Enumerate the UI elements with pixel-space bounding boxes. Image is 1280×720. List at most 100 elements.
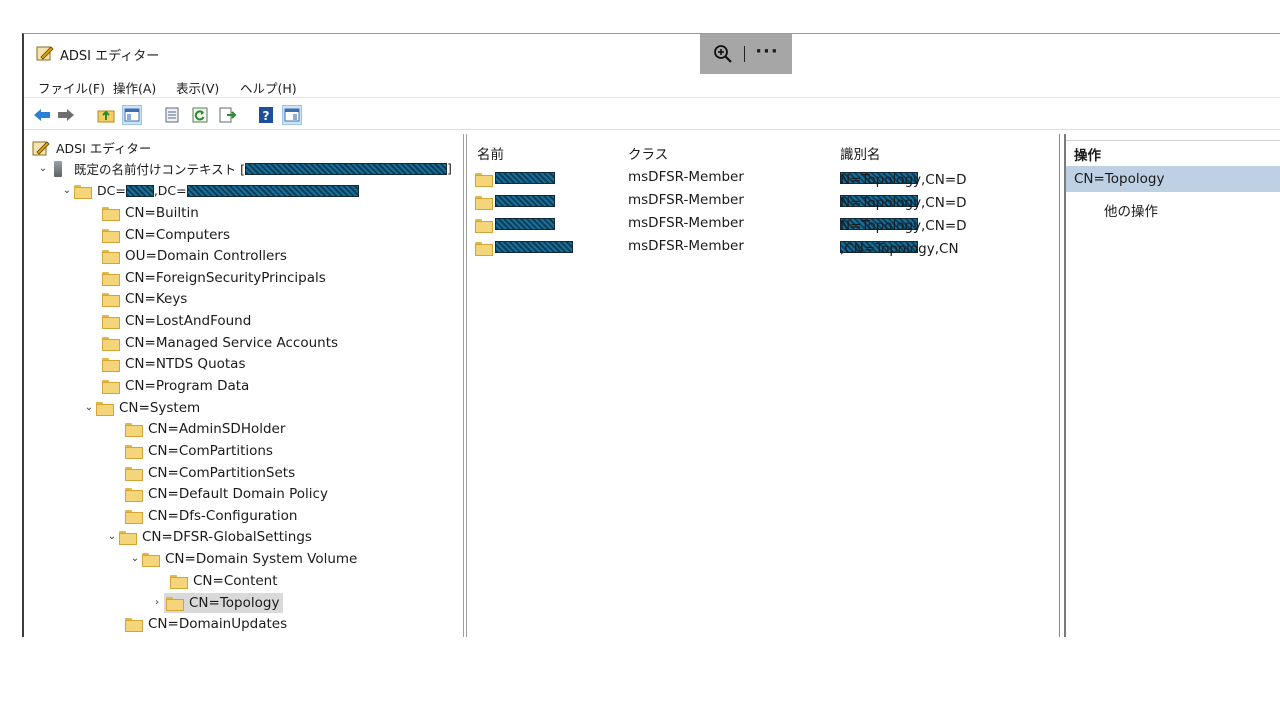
list-row[interactable]: CN= msDFSR-Member CN=,CN=Topology,CN bbox=[467, 235, 1059, 257]
tree-item-label: CN=Content bbox=[193, 572, 278, 589]
list-row[interactable]: CN= msDFSR-Member CN=N=Topology,CN=D bbox=[467, 166, 1059, 188]
server-icon bbox=[54, 160, 62, 177]
tree-item[interactable]: CN=ComPartitionSets bbox=[125, 462, 295, 483]
tree-item[interactable]: CN=NTDS Quotas bbox=[102, 353, 245, 374]
folder-icon bbox=[102, 271, 120, 286]
export-list-icon[interactable] bbox=[218, 105, 238, 125]
domain-label-mid: ,DC= bbox=[153, 183, 187, 198]
folder-icon bbox=[142, 552, 160, 567]
folder-icon bbox=[102, 379, 120, 394]
folder-icon bbox=[166, 596, 184, 611]
back-icon[interactable] bbox=[32, 105, 52, 125]
zoom-in-icon[interactable] bbox=[713, 44, 733, 64]
folder-icon bbox=[102, 206, 120, 221]
forward-icon[interactable] bbox=[56, 105, 76, 125]
folder-icon bbox=[102, 249, 120, 264]
action-selected-object[interactable]: CN=Topology bbox=[1066, 166, 1280, 192]
title-bar: ADSI エディター ··· bbox=[24, 34, 1280, 74]
tree-item[interactable]: CN=Dfs-Configuration bbox=[125, 505, 297, 526]
tree-item[interactable]: CN=Computers bbox=[102, 224, 230, 245]
chevron-down-icon[interactable]: ⌄ bbox=[105, 531, 119, 542]
tree-item-label: CN=Keys bbox=[125, 290, 188, 307]
tree-item[interactable]: CN=AdminSDHolder bbox=[125, 418, 285, 439]
redacted-text bbox=[125, 184, 154, 197]
tree-item-label: OU=Domain Controllers bbox=[125, 247, 287, 264]
chevron-down-icon[interactable]: ⌄ bbox=[128, 553, 142, 564]
tree-topology[interactable]: › CN=Topology bbox=[150, 592, 284, 613]
folder-icon bbox=[102, 357, 120, 372]
tree-system[interactable]: ⌄ CN=System bbox=[82, 397, 200, 418]
tree-item[interactable]: CN=Content bbox=[170, 570, 278, 591]
menu-help[interactable]: ヘルプ(H) bbox=[240, 78, 297, 97]
more-actions-link[interactable]: 他の操作 bbox=[1104, 200, 1158, 220]
adsi-edit-icon bbox=[36, 46, 54, 61]
naming-context-label: 既定の名前付けコンテキスト [ bbox=[74, 162, 245, 177]
tree-item-label: CN=DomainUpdates bbox=[148, 615, 288, 632]
tree-dfsr-globalsettings[interactable]: ⌄ CN=DFSR-GlobalSettings bbox=[105, 526, 312, 547]
tree-domain-system-volume[interactable]: ⌄ CN=Domain System Volume bbox=[128, 548, 357, 569]
redacted-text bbox=[495, 241, 573, 253]
menu-action[interactable]: 操作(A) bbox=[113, 78, 156, 97]
chevron-down-icon[interactable]: ⌄ bbox=[82, 402, 96, 413]
tree-item[interactable]: CN=Keys bbox=[102, 288, 187, 309]
list-row[interactable]: CN= msDFSR-Member CN=N=Topology,CN=D bbox=[467, 212, 1059, 234]
tree-root[interactable]: ADSI エディター bbox=[32, 137, 151, 158]
folder-icon bbox=[125, 422, 143, 437]
menu-bar: ファイル(F) 操作(A) 表示(V) ヘルプ(H) bbox=[24, 72, 1280, 98]
svg-text:?: ? bbox=[263, 109, 270, 123]
chevron-down-icon[interactable]: ⌄ bbox=[60, 185, 74, 196]
row-class: msDFSR-Member bbox=[628, 215, 744, 231]
tree-item[interactable]: CN=Managed Service Accounts bbox=[102, 332, 338, 353]
tree-item-label: CN=DFSR-GlobalSettings bbox=[142, 528, 312, 545]
show-tree-icon[interactable] bbox=[122, 105, 142, 125]
redacted-text bbox=[495, 195, 555, 207]
action-pane: 操作 CN=Topology 他の操作 bbox=[1064, 134, 1280, 637]
tree-pane: ADSI エディター ⌄ 既定の名前付けコンテキスト [ ] ⌄ DC= ,DC… bbox=[26, 134, 464, 637]
folder-icon bbox=[125, 466, 143, 481]
column-header-dn[interactable]: 識別名 bbox=[840, 143, 881, 163]
show-action-pane-icon[interactable] bbox=[282, 105, 302, 125]
tree-item[interactable]: CN=DomainUpdates bbox=[125, 613, 287, 634]
refresh-icon[interactable] bbox=[190, 105, 210, 125]
properties-icon[interactable] bbox=[162, 105, 182, 125]
list-row[interactable]: CN= msDFSR-Member CN=N=Topology,CN=D bbox=[467, 189, 1059, 211]
folder-icon bbox=[102, 228, 120, 243]
chevron-down-icon[interactable]: ⌄ bbox=[36, 163, 50, 174]
toolbar: ? bbox=[24, 100, 1280, 130]
menu-view[interactable]: 表示(V) bbox=[176, 78, 219, 97]
tree-item-label: CN=Topology bbox=[189, 594, 280, 611]
tree-item[interactable]: CN=LostAndFound bbox=[102, 310, 251, 331]
tree-item-label: CN=Domain System Volume bbox=[165, 550, 358, 567]
tree-domain[interactable]: ⌄ DC= ,DC= bbox=[60, 180, 359, 201]
tree-item-label: CN=AdminSDHolder bbox=[148, 420, 286, 437]
tree-item[interactable]: CN=ComPartitions bbox=[125, 440, 273, 461]
tree-naming-context[interactable]: ⌄ 既定の名前付けコンテキスト [ ] bbox=[36, 158, 452, 179]
tree-selected-item[interactable]: CN=Topology bbox=[164, 592, 284, 613]
tree-item[interactable]: CN=ForeignSecurityPrincipals bbox=[102, 267, 326, 288]
adsi-edit-icon bbox=[32, 140, 50, 155]
tree-item[interactable]: OU=Domain Controllers bbox=[102, 245, 287, 266]
tree-item-label: CN=ForeignSecurityPrincipals bbox=[125, 269, 326, 286]
column-header-class[interactable]: クラス bbox=[628, 143, 668, 163]
tree-item-label: CN=ComPartitions bbox=[148, 442, 273, 459]
tree-item-label: CN=Computers bbox=[125, 226, 230, 243]
row-class: msDFSR-Member bbox=[628, 169, 744, 185]
tree-item-label: CN=System bbox=[119, 399, 201, 416]
folder-icon bbox=[125, 444, 143, 459]
up-folder-icon[interactable] bbox=[96, 105, 116, 125]
tree-item[interactable]: CN=Program Data bbox=[102, 375, 249, 396]
help-icon[interactable]: ? bbox=[256, 105, 276, 125]
tree-item-label: CN=ComPartitionSets bbox=[148, 464, 296, 481]
tree-item-label: CN=Default Domain Policy bbox=[148, 485, 328, 502]
column-header-name[interactable]: 名前 bbox=[477, 143, 504, 163]
menu-file[interactable]: ファイル(F) bbox=[38, 78, 105, 97]
action-pane-header: 操作 bbox=[1066, 140, 1280, 164]
tree-item-label: CN=Dfs-Configuration bbox=[148, 507, 298, 524]
tree-item[interactable]: CN=Builtin bbox=[102, 202, 199, 223]
tree-item-label: CN=Builtin bbox=[125, 204, 199, 221]
more-options-button[interactable]: ··· bbox=[755, 41, 779, 62]
tree-item[interactable]: CN=Default Domain Policy bbox=[125, 483, 328, 504]
folder-icon bbox=[74, 184, 92, 199]
chevron-right-icon[interactable]: › bbox=[150, 597, 164, 608]
domain-label-prefix: DC= bbox=[97, 183, 126, 198]
